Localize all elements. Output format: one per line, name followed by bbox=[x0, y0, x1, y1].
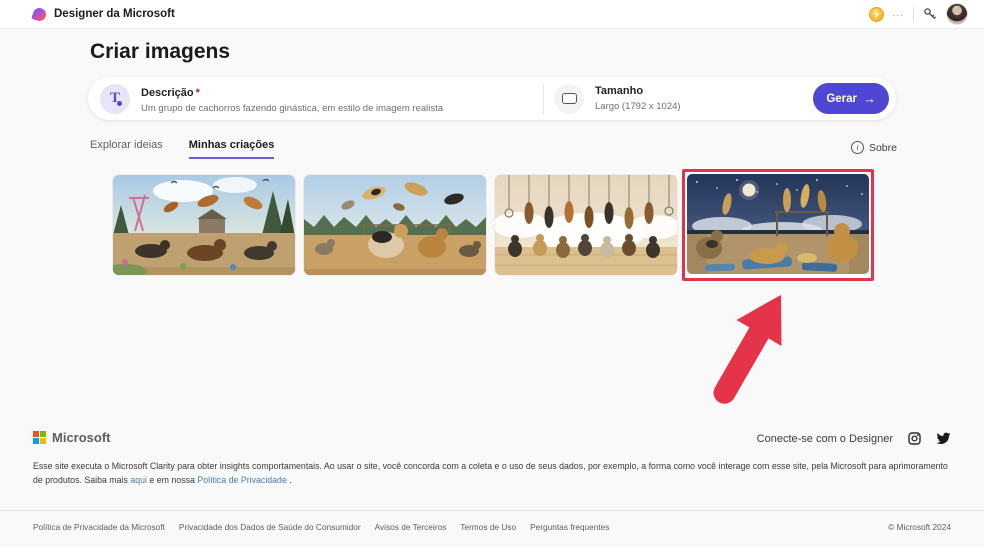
annotation-arrow-icon bbox=[713, 294, 782, 404]
dogs-gymnastics-rings-image bbox=[495, 175, 677, 275]
size-label: Tamanho bbox=[595, 85, 644, 98]
header-actions: ... bbox=[868, 3, 968, 25]
credits-more-label[interactable]: ... bbox=[893, 9, 904, 19]
generated-image-1[interactable] bbox=[113, 175, 295, 275]
footer-link-privacy-microsoft[interactable]: Política de Privacidade da Microsoft bbox=[33, 522, 165, 532]
header-divider bbox=[913, 7, 914, 21]
dogs-gymnastics-day-park-image bbox=[113, 175, 295, 275]
tab-minhas-criacoes[interactable]: Minhas criações bbox=[188, 139, 275, 159]
privacy-notice: Esse site executa o Microsoft Clarity pa… bbox=[33, 459, 951, 487]
highlight-annotation-box bbox=[682, 169, 874, 281]
privacy-text-middle: e em nossa bbox=[149, 475, 195, 486]
size-value: Largo (1792 x 1024) bbox=[595, 100, 681, 112]
key-icon[interactable] bbox=[923, 7, 937, 21]
dogs-gymnastics-leaping-image bbox=[304, 175, 486, 275]
card-divider bbox=[543, 83, 544, 114]
footer-links-bar: Política de Privacidade da Microsoft Pri… bbox=[0, 510, 984, 547]
microsoft-footer-logo[interactable]: Microsoft bbox=[33, 430, 111, 445]
app-brand[interactable]: Designer da Microsoft bbox=[31, 5, 175, 23]
description-field[interactable]: T Descrição * Um grupo de cachorros fazen… bbox=[100, 83, 543, 114]
size-selector[interactable]: Tamanho Largo (1792 x 1024) bbox=[554, 83, 681, 114]
dogs-gymnastics-night-image bbox=[687, 174, 869, 274]
generated-image-3[interactable] bbox=[495, 175, 677, 275]
description-value: Um grupo de cachorros fazendo ginástica,… bbox=[141, 103, 444, 114]
instagram-icon[interactable] bbox=[908, 432, 921, 445]
app-title: Designer da Microsoft bbox=[54, 8, 175, 20]
designer-logo-icon bbox=[31, 5, 48, 23]
gallery-tabs: Explorar ideias Minhas criações bbox=[90, 139, 275, 159]
text-style-icon: T bbox=[100, 83, 130, 114]
description-label: Descrição * bbox=[141, 87, 200, 99]
designer-app: Designer da Microsoft ... Criar imagens … bbox=[0, 0, 984, 547]
top-bar: Designer da Microsoft ... bbox=[0, 0, 984, 29]
footer-link-terms[interactable]: Termos de Uso bbox=[460, 522, 516, 532]
generate-button[interactable]: Gerar → bbox=[813, 83, 889, 114]
required-marker: * bbox=[195, 87, 200, 99]
generate-label: Gerar bbox=[826, 92, 857, 105]
aspect-ratio-icon bbox=[554, 83, 584, 114]
connect-section: Conecte-se com o Designer bbox=[757, 432, 951, 445]
microsoft-logo-icon bbox=[33, 431, 46, 444]
page-title: Criar imagens bbox=[90, 40, 231, 63]
generated-image-2[interactable] bbox=[304, 175, 486, 275]
footer-links: Política de Privacidade da Microsoft Pri… bbox=[33, 522, 609, 532]
arrow-right-icon: → bbox=[863, 91, 876, 106]
twitter-icon[interactable] bbox=[936, 432, 951, 445]
info-icon: i bbox=[850, 141, 864, 154]
bolt-icon bbox=[872, 9, 880, 19]
privacy-link-policy[interactable]: Política de Privacidade bbox=[197, 475, 287, 485]
privacy-text-end: . bbox=[289, 475, 292, 486]
privacy-link-here[interactable]: aqui bbox=[130, 475, 147, 485]
about-button[interactable]: i Sobre bbox=[850, 141, 897, 154]
prompt-card: T Descrição * Um grupo de cachorros fazen… bbox=[88, 77, 896, 120]
user-avatar[interactable] bbox=[946, 3, 968, 25]
generated-image-4[interactable] bbox=[687, 174, 869, 274]
microsoft-label: Microsoft bbox=[52, 430, 111, 445]
copyright-label: © Microsoft 2024 bbox=[888, 522, 951, 532]
about-label: Sobre bbox=[868, 141, 897, 154]
connect-label: Conecte-se com o Designer bbox=[756, 432, 893, 445]
tab-explorar-ideias[interactable]: Explorar ideias bbox=[90, 139, 163, 159]
credits-coin-icon[interactable] bbox=[868, 6, 884, 22]
footer-link-faq[interactable]: Perguntas frequentes bbox=[530, 522, 609, 532]
footer-link-third-party[interactable]: Avisos de Terceiros bbox=[375, 522, 447, 532]
footer-link-health-data[interactable]: Privacidade dos Dados de Saúde do Consum… bbox=[179, 522, 361, 532]
